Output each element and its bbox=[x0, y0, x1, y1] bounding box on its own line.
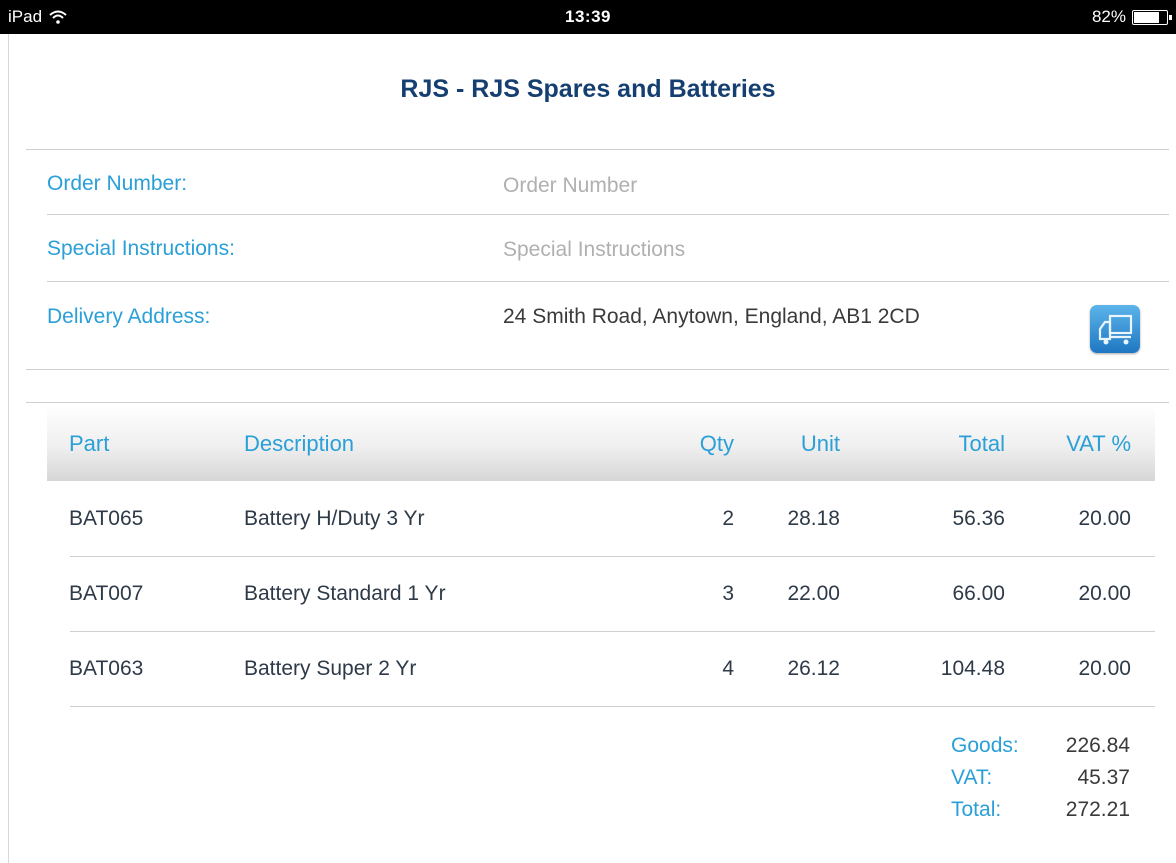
cell-description: Battery Standard 1 Yr bbox=[244, 582, 446, 605]
order-number-input[interactable]: Order Number bbox=[503, 174, 637, 198]
cell-total: 56.36 bbox=[952, 507, 1005, 530]
delivery-address-label: Delivery Address: bbox=[47, 305, 211, 328]
row-divider bbox=[70, 706, 1155, 707]
cell-qty: 3 bbox=[722, 582, 734, 605]
goods-label: Goods: bbox=[951, 734, 1019, 757]
table-row[interactable]: BAT007 Battery Standard 1 Yr 3 22.00 66.… bbox=[47, 556, 1155, 631]
page-title: RJS - RJS Spares and Batteries bbox=[400, 75, 776, 103]
status-right: 82% bbox=[1091, 7, 1172, 27]
cell-qty: 4 bbox=[722, 657, 734, 680]
cell-part: BAT007 bbox=[69, 582, 144, 605]
cell-vat: 20.00 bbox=[1078, 582, 1131, 605]
cell-qty: 2 bbox=[722, 507, 734, 530]
battery-percent: 82% bbox=[1091, 7, 1126, 26]
divider bbox=[26, 402, 1169, 403]
order-number-label: Order Number: bbox=[47, 172, 188, 195]
delivery-address-value: 24 Smith Road, Anytown, England, AB1 2CD bbox=[503, 305, 920, 328]
goods-value: 226.84 bbox=[1065, 734, 1130, 757]
total-value: 272.21 bbox=[1065, 798, 1130, 821]
battery-icon bbox=[1132, 9, 1172, 25]
cell-part: BAT063 bbox=[69, 657, 144, 680]
column-header-unit: Unit bbox=[800, 431, 840, 456]
left-edge bbox=[0, 34, 9, 863]
divider bbox=[47, 214, 1169, 215]
cell-total: 104.48 bbox=[940, 657, 1005, 680]
status-bar: iPad 13:39 82% bbox=[0, 0, 1176, 34]
cell-description: Battery H/Duty 3 Yr bbox=[244, 507, 425, 530]
cell-vat: 20.00 bbox=[1078, 507, 1131, 530]
table-row[interactable]: BAT063 Battery Super 2 Yr 4 26.12 104.48… bbox=[47, 631, 1155, 706]
cell-vat: 20.00 bbox=[1078, 657, 1131, 680]
column-header-part: Part bbox=[69, 431, 110, 456]
special-instructions-input[interactable]: Special Instructions bbox=[503, 238, 685, 262]
divider bbox=[47, 281, 1169, 282]
cell-part: BAT065 bbox=[69, 507, 144, 530]
battery-level bbox=[1134, 11, 1159, 23]
table-row[interactable]: BAT065 Battery H/Duty 3 Yr 2 28.18 56.36… bbox=[47, 481, 1155, 556]
table-header: Part Description Qty Unit Total VAT % bbox=[47, 405, 1155, 481]
total-label: Total: bbox=[951, 798, 1002, 821]
column-header-description: Description bbox=[244, 431, 355, 456]
cell-unit: 28.18 bbox=[787, 507, 840, 530]
column-header-vat: VAT % bbox=[1066, 431, 1131, 456]
special-instructions-label: Special Instructions: bbox=[47, 237, 235, 260]
vat-label: VAT: bbox=[951, 766, 993, 789]
cell-unit: 26.12 bbox=[787, 657, 840, 680]
cell-description: Battery Super 2 Yr bbox=[244, 657, 417, 680]
delivery-address-button[interactable] bbox=[1090, 305, 1140, 353]
column-header-total: Total bbox=[958, 431, 1005, 456]
cell-total: 66.00 bbox=[952, 582, 1005, 605]
cell-unit: 22.00 bbox=[787, 582, 840, 605]
delivery-truck-icon bbox=[1098, 314, 1133, 345]
divider bbox=[26, 369, 1169, 370]
battery-tip bbox=[1169, 14, 1172, 20]
column-header-qty: Qty bbox=[699, 431, 734, 456]
status-time: 13:39 bbox=[565, 7, 611, 26]
vat-value: 45.37 bbox=[1077, 766, 1130, 789]
divider bbox=[26, 149, 1169, 150]
